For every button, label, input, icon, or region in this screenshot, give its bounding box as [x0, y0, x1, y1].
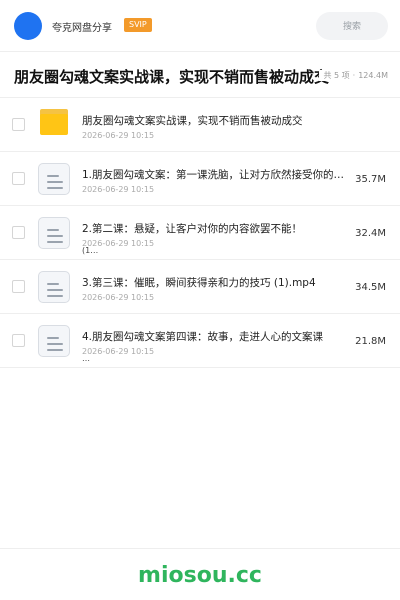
document-icon — [38, 271, 70, 303]
file-list: 朋友圈勾魂文案实战课，实现不销而售被动成交 2026-06-29 10:15 1… — [0, 98, 400, 368]
site-name: 夸克网盘分享 — [52, 23, 112, 34]
list-item[interactable]: 朋友圈勾魂文案实战课，实现不销而售被动成交 2026-06-29 10:15 — [0, 98, 400, 152]
item-count: 共 5 项 — [323, 71, 350, 80]
item-size: 32.4M — [355, 228, 386, 239]
item-checkbox[interactable] — [12, 172, 25, 185]
item-checkbox[interactable] — [12, 118, 25, 131]
list-item[interactable]: 3.第三课：催眠，瞬间获得亲和力的技巧 (1).mp4 2026-06-29 1… — [0, 260, 400, 314]
item-date: 2026-06-29 10:15 — [82, 131, 155, 140]
name-overflow: (1… — [82, 246, 99, 256]
document-icon — [38, 163, 70, 195]
item-date: 2026-06-29 10:15 — [82, 347, 155, 356]
item-name: 1.朋友圈勾魂文案：第一课洗脑，让对方欣然接受你的观点 — [82, 169, 352, 181]
share-page: 夸克网盘分享 SVIP 搜索 朋友圈勾魂文案实战课，实现不销而售被动成交 共 5… — [0, 0, 400, 600]
item-checkbox[interactable] — [12, 226, 25, 239]
item-name: 3.第三课：催眠，瞬间获得亲和力的技巧 (1).mp4 — [82, 277, 316, 289]
total-size: 124.4M — [358, 71, 388, 80]
item-date: 2026-06-29 10:15 — [82, 185, 155, 194]
search-button[interactable]: 搜索 — [316, 12, 388, 40]
item-size: 34.5M — [355, 282, 386, 293]
footer: miosou.cc — [0, 548, 400, 600]
item-size: 35.7M — [355, 174, 386, 185]
item-date: 2026-06-29 10:15 — [82, 293, 155, 302]
item-checkbox[interactable] — [12, 334, 25, 347]
item-checkbox[interactable] — [12, 280, 25, 293]
document-icon — [38, 217, 70, 249]
document-icon — [38, 325, 70, 357]
list-item[interactable]: 4.朋友圈勾魂文案第四课：故事，走进人心的文案课 2026-06-29 10:1… — [0, 314, 400, 368]
svip-badge: SVIP — [124, 18, 152, 32]
folder-icon — [40, 109, 68, 135]
item-name: 4.朋友圈勾魂文案第四课：故事，走进人心的文案课 — [82, 331, 324, 343]
page-title: 朋友圈勾魂文案实战课，实现不销而售被动成交 — [14, 68, 330, 86]
folder-stats: 共 5 项 · 124.4M — [319, 70, 388, 81]
folder-header: 朋友圈勾魂文案实战课，实现不销而售被动成交 共 5 项 · 124.4M — [0, 52, 400, 98]
list-item[interactable]: 1.朋友圈勾魂文案：第一课洗脑，让对方欣然接受你的观点 2026-06-29 1… — [0, 152, 400, 206]
stats-separator: · — [352, 71, 356, 80]
watermark: miosou.cc — [138, 563, 262, 588]
item-size: 21.8M — [355, 336, 386, 347]
item-name: 2.第二课：悬疑，让客户对你的内容欲罢不能！ — [82, 223, 303, 235]
item-name: 朋友圈勾魂文案实战课，实现不销而售被动成交 — [82, 115, 303, 127]
avatar[interactable] — [14, 12, 42, 40]
top-bar: 夸克网盘分享 SVIP 搜索 — [0, 0, 400, 52]
list-item[interactable]: 2.第二课：悬疑，让客户对你的内容欲罢不能！ 2026-06-29 10:15 … — [0, 206, 400, 260]
name-overflow: … — [82, 354, 90, 364]
